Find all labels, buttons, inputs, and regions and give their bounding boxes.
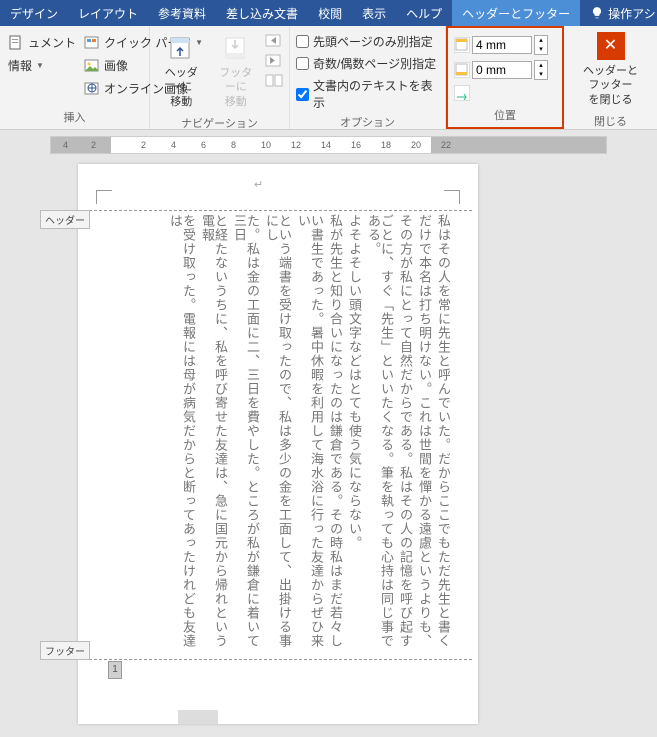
tab-view[interactable]: 表示	[352, 0, 396, 26]
close-header-footer-button[interactable]: ✕ ヘッダーとフッター を閉じる	[570, 28, 651, 111]
group-label-insert: 挿入	[6, 107, 143, 129]
tab-design[interactable]: デザイン	[0, 0, 68, 26]
next-section-icon[interactable]	[265, 54, 283, 68]
header-tag: ヘッダー	[40, 210, 90, 229]
footer-tag: フッター	[40, 641, 90, 660]
ruler-tick: 2	[91, 140, 96, 150]
first-page-different-checkbox[interactable]: 先頭ページのみ別指定	[296, 32, 439, 51]
text-line: た。私は金の工面に二、三日を費やした。ところが私が鎌倉に着いて三日	[233, 214, 259, 654]
text-line: い書生であった。暑中休暇を利用して海水浴に行った友達からぜひ来い	[297, 214, 323, 654]
text-line: ごとに、すぐ「先生」といいたくなる。筆を執っても心持は同じ事である。	[367, 214, 393, 654]
ruler-tick: 2	[141, 140, 146, 150]
ruler-tick: 14	[321, 140, 331, 150]
text-line: だけで本名は打ち明けない。これは世間を憚かる遠慮というよりも、	[418, 214, 431, 654]
goto-footer-button: フッターに 移動	[211, 28, 262, 113]
show-document-text-checkbox[interactable]: 文書内のテキストを表示	[296, 76, 439, 112]
text-line: という端書を受け取ったので、私は多少の金を工面して、出掛ける事にし	[265, 214, 291, 654]
horizontal-ruler[interactable]: 42246810121416182022	[50, 136, 607, 154]
link-previous-icon[interactable]	[265, 74, 283, 88]
tab-layout[interactable]: レイアウト	[68, 0, 148, 26]
text-line: 私が先生と知り合いになったのは鎌倉である。その時私はまだ若々し	[329, 214, 342, 654]
close-icon: ✕	[597, 32, 625, 60]
tab-header-footer[interactable]: ヘッダーとフッター	[452, 0, 580, 26]
ribbon-tabs: デザイン レイアウト 参考資料 差し込み文書 校閲 表示 ヘルプ ヘッダーとフッ…	[0, 0, 657, 26]
doc-info-dropdown[interactable]: 情報▼	[6, 55, 78, 76]
ribbon: ュメント 情報▼ クイック パーツ▼ 画像 オンライン画像	[0, 26, 657, 130]
tab-review[interactable]: 校閲	[308, 0, 352, 26]
doc-info-button[interactable]: ュメント	[6, 32, 78, 53]
ruler-tick: 22	[441, 140, 451, 150]
align-tab-icon	[454, 85, 470, 101]
image-icon	[84, 58, 100, 74]
tell-me-search[interactable]: 操作アシ	[580, 0, 657, 26]
spin-up-icon[interactable]: ▴	[535, 36, 547, 45]
online-image-icon	[84, 81, 100, 97]
tab-mailings[interactable]: 差し込み文書	[216, 0, 308, 26]
ruler-tick: 4	[63, 140, 68, 150]
lightbulb-icon	[590, 6, 604, 20]
footer-page-number[interactable]: 1	[108, 661, 122, 679]
quickparts-icon	[84, 35, 100, 51]
paragraph-mark-icon: ↵	[254, 178, 263, 191]
header-from-top-input[interactable]	[472, 36, 532, 54]
footer-from-bottom-input[interactable]	[472, 61, 532, 79]
footer-distance-icon	[454, 62, 470, 78]
ruler-tick: 16	[351, 140, 361, 150]
scrollbar-stub[interactable]	[178, 710, 218, 724]
insert-alignment-tab-button[interactable]	[454, 84, 548, 102]
odd-even-different-checkbox[interactable]: 奇数/偶数ページ別指定	[296, 54, 439, 73]
tab-references[interactable]: 参考資料	[148, 0, 216, 26]
text-line: その方が私にとって自然だからである。私はその人の記憶を呼び起す	[399, 214, 412, 654]
text-line: を受け取った。電報には母が病気だからと断ってあったけれども友達は	[169, 214, 195, 654]
footer-from-bottom-spinner[interactable]: ▴▾	[454, 59, 548, 81]
ruler-tick: 10	[261, 140, 271, 150]
goto-header-button[interactable]: ヘッダーに 移動	[156, 28, 207, 113]
ruler-tick: 12	[291, 140, 301, 150]
goto-footer-icon	[220, 32, 252, 64]
ruler-tick: 8	[231, 140, 236, 150]
document-icon	[8, 35, 24, 51]
document-body[interactable]: 私はその人を常に先生と呼んでいた。だからここでもただ先生と書くだけで本名は打ち明…	[118, 214, 450, 654]
header-distance-icon	[454, 37, 470, 53]
ruler-tick: 6	[201, 140, 206, 150]
group-label-options: オプション	[296, 112, 439, 134]
spin-down-icon[interactable]: ▾	[535, 70, 547, 79]
ruler-tick: 4	[171, 140, 176, 150]
text-line: と経たないうちに、私を呼び寄せた友達は、急に国元から帰れという電報	[201, 214, 227, 654]
text-line: よそよそしい頭文字などはとても使う気にならない。	[348, 214, 361, 654]
spin-down-icon[interactable]: ▾	[535, 45, 547, 54]
chevron-down-icon: ▼	[36, 61, 44, 70]
document-page: ヘッダー ↵ 私はその人を常に先生と呼んでいた。だからここでもただ先生と書くだけ…	[78, 164, 478, 724]
text-line: 私はその人を常に先生と呼んでいた。だからここでもただ先生と書く	[437, 214, 450, 654]
group-label-nav: ナビゲーション	[156, 113, 283, 135]
ruler-tick: 18	[381, 140, 391, 150]
goto-header-icon	[165, 32, 197, 64]
header-from-top-spinner[interactable]: ▴▾	[454, 34, 548, 56]
footer-boundary	[84, 659, 472, 660]
tab-help[interactable]: ヘルプ	[396, 0, 452, 26]
spin-up-icon[interactable]: ▴	[535, 61, 547, 70]
header-boundary	[84, 210, 472, 211]
group-label-close: 閉じる	[570, 111, 651, 133]
ruler-tick: 20	[411, 140, 421, 150]
prev-section-icon[interactable]	[265, 34, 283, 48]
group-label-position: 位置	[454, 105, 556, 127]
